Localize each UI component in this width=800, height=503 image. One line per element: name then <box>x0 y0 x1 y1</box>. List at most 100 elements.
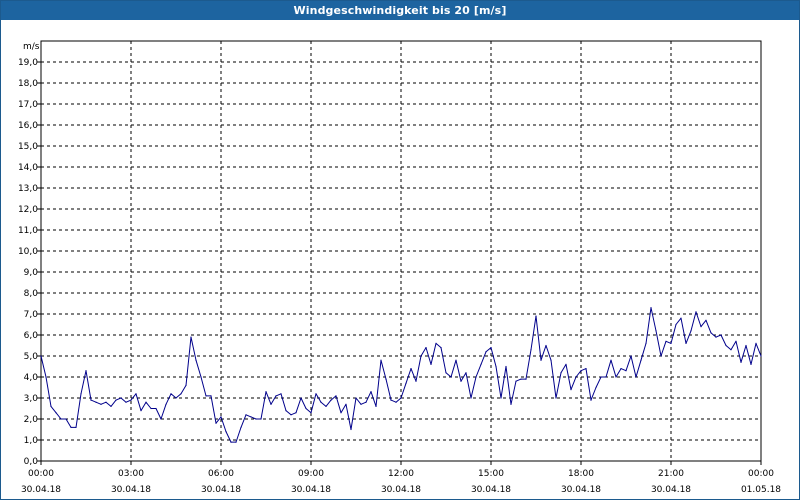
data-point <box>410 368 412 370</box>
data-point <box>205 395 207 397</box>
data-point <box>215 422 217 424</box>
y-tick-label: 9,0 <box>24 268 39 278</box>
y-tick-label: 1,0 <box>24 436 39 446</box>
data-point <box>405 382 407 384</box>
data-point <box>420 355 422 357</box>
data-point <box>335 395 337 397</box>
data-point <box>255 418 257 420</box>
x-tick-date-label: 30.04.18 <box>381 485 421 495</box>
data-point <box>740 361 742 363</box>
data-point <box>380 359 382 361</box>
data-point <box>415 380 417 382</box>
chart-window: Windgeschwindigkeit bis 20 [m/s] m/s 0,0… <box>0 0 800 500</box>
data-point <box>155 407 157 410</box>
data-point <box>535 315 537 317</box>
data-point <box>540 359 542 361</box>
data-point <box>565 363 567 365</box>
data-point <box>185 384 187 386</box>
data-point <box>290 414 292 416</box>
window-title: Windgeschwindigkeit bis 20 [m/s] <box>1 1 799 20</box>
data-point <box>620 368 622 370</box>
data-point <box>685 342 687 344</box>
y-tick-label: 17,0 <box>18 100 38 110</box>
data-point <box>665 340 667 342</box>
data-point <box>650 307 652 309</box>
data-point <box>735 340 737 342</box>
data-point <box>350 428 352 431</box>
data-point <box>385 378 387 380</box>
y-tick-label: 13,0 <box>18 184 38 194</box>
data-point <box>70 426 72 428</box>
data-point <box>135 393 137 395</box>
data-point <box>170 393 172 395</box>
data-point <box>670 342 672 344</box>
data-point <box>45 376 47 378</box>
data-point <box>450 376 452 378</box>
data-point <box>600 376 602 378</box>
data-point <box>465 372 467 374</box>
data-point <box>355 397 357 399</box>
data-point <box>720 334 722 336</box>
x-tick-time-label: 12:00 <box>388 469 414 479</box>
x-tick-date-label: 30.04.18 <box>21 485 61 495</box>
data-point <box>320 401 322 403</box>
y-tick-label: 16,0 <box>18 121 38 131</box>
data-point <box>610 359 612 361</box>
data-point <box>495 365 497 368</box>
y-tick-label: 5,0 <box>24 352 39 362</box>
data-point <box>690 330 692 332</box>
data-point <box>625 370 627 372</box>
y-tick-label: 7,0 <box>24 310 39 320</box>
data-point <box>760 355 762 357</box>
data-point <box>630 355 632 357</box>
data-point <box>430 363 432 365</box>
data-point <box>85 370 87 372</box>
y-tick-label: 14,0 <box>18 163 38 173</box>
x-tick-date-label: 30.04.18 <box>561 485 601 495</box>
x-tick-time-label: 09:00 <box>298 469 324 479</box>
data-point <box>530 349 532 351</box>
data-point <box>435 342 437 344</box>
data-point <box>210 395 212 397</box>
x-tick-time-label: 21:00 <box>658 469 684 479</box>
data-point <box>750 363 752 365</box>
data-point <box>40 355 42 357</box>
data-point <box>120 397 122 399</box>
data-point <box>470 397 472 399</box>
data-point <box>260 418 262 420</box>
data-point <box>475 376 477 378</box>
data-point <box>575 376 577 378</box>
y-tick-label: 12,0 <box>18 205 38 215</box>
data-point <box>390 399 392 401</box>
y-tick-label: 8,0 <box>24 289 39 299</box>
y-tick-label: 11,0 <box>18 226 38 236</box>
data-point <box>400 397 402 399</box>
data-point <box>115 399 117 401</box>
data-point <box>425 347 427 349</box>
data-point <box>510 403 512 405</box>
data-point <box>300 397 302 399</box>
data-point <box>560 372 562 374</box>
data-point <box>75 426 77 428</box>
data-point <box>520 378 522 380</box>
data-point <box>105 401 107 403</box>
data-point <box>360 403 362 405</box>
y-tick-label: 19,0 <box>18 58 38 68</box>
data-point <box>310 412 312 414</box>
data-point <box>725 344 727 347</box>
data-point <box>695 311 697 313</box>
data-point <box>235 441 237 443</box>
data-point <box>330 399 332 401</box>
data-point <box>125 401 127 403</box>
data-point <box>595 386 597 389</box>
data-point <box>130 399 132 401</box>
x-tick-date-label: 30.04.18 <box>111 485 151 495</box>
data-point <box>245 414 247 416</box>
data-point <box>445 372 447 374</box>
data-point <box>80 393 82 395</box>
x-tick-date-label: 30.04.18 <box>471 485 511 495</box>
data-point <box>550 359 552 361</box>
data-point <box>195 359 197 361</box>
x-tick-date-label: 30.04.18 <box>291 485 331 495</box>
data-point <box>220 416 222 418</box>
